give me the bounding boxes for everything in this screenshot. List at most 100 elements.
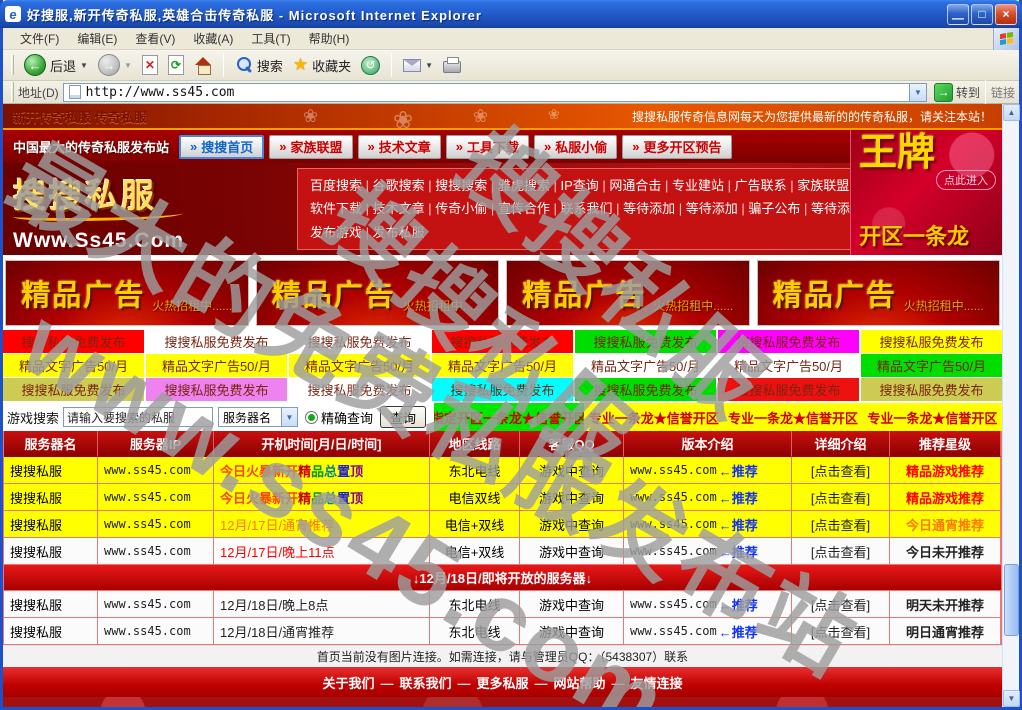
query-button[interactable]: 查询	[380, 406, 426, 428]
ad-strip-cell[interactable]: 搜搜私服免费发布	[432, 378, 573, 401]
mail-button[interactable]: ▼	[399, 57, 437, 74]
quick-link[interactable]: 谷歌搜索	[373, 178, 425, 193]
ad-strip-cell[interactable]: 搜搜私服免费发布	[289, 330, 430, 353]
address-input-box[interactable]: ▼	[63, 83, 927, 102]
dragon-ad-link[interactable]: 专业一条龙★信誉开区	[589, 408, 719, 427]
ad-strip-cell[interactable]: 精品文字广告50/月	[861, 354, 1002, 377]
scroll-down-icon[interactable]: ▼	[1003, 690, 1020, 707]
quick-link[interactable]: 搜搜搜索	[435, 178, 487, 193]
nav-tab[interactable]: »搜搜首页	[179, 135, 264, 159]
recommend-link[interactable]: ←推荐	[719, 461, 758, 480]
ad-strip-cell[interactable]: 精品文字广告50/月	[289, 354, 430, 377]
ad-strip-cell[interactable]: 精品文字广告50/月	[718, 354, 859, 377]
ad-strip-cell[interactable]: 精品文字广告50/月	[146, 354, 287, 377]
recommend-link[interactable]: ←推荐	[719, 542, 758, 561]
quick-link[interactable]: 骗子公布	[748, 201, 800, 216]
home-button[interactable]	[190, 55, 216, 76]
refresh-button[interactable]: ⟳	[164, 53, 188, 77]
menu-item[interactable]: 文件(F)	[11, 28, 68, 49]
menu-item[interactable]: 工具(T)	[242, 28, 299, 49]
ad-strip-cell[interactable]: 搜搜私服免费发布	[861, 378, 1002, 401]
quick-link[interactable]: 百度搜索	[310, 178, 362, 193]
premium-ad-banner[interactable]: 精品广告火热招租中......	[5, 260, 249, 326]
recommend-link[interactable]: ←推荐	[719, 488, 758, 507]
forward-button[interactable]: → ▼	[94, 52, 136, 78]
restore-button[interactable]: □	[971, 4, 993, 25]
quick-link[interactable]: 宣传合作	[498, 201, 550, 216]
cell-detail-link[interactable]: [点击查看]	[792, 484, 890, 511]
quick-link[interactable]: 家族联盟	[797, 178, 849, 193]
nav-tab[interactable]: »更多开区预告	[622, 135, 731, 159]
select-dropdown-icon[interactable]: ▼	[281, 408, 297, 426]
close-button[interactable]: ×	[995, 4, 1017, 25]
ad-strip-cell[interactable]: 搜搜私服免费发布	[575, 378, 716, 401]
quick-link[interactable]: 网通合击	[609, 178, 661, 193]
ad-strip-cell[interactable]: 搜搜私服免费发布	[289, 378, 430, 401]
favorites-button[interactable]: ★ 收藏夹	[289, 53, 355, 77]
ad-strip-cell[interactable]: 搜搜私服免费发布	[146, 330, 287, 353]
history-button[interactable]: ↺	[357, 54, 384, 77]
dragon-ad-green[interactable]: 指定开区一条龙★信誉开区	[434, 403, 584, 431]
quick-link[interactable]: 专业建站	[672, 178, 724, 193]
quick-link[interactable]: 等待添加	[686, 201, 738, 216]
quick-link[interactable]: 广告联系	[735, 178, 787, 193]
search-type-select[interactable]: 服务器名 ▼	[218, 407, 298, 427]
back-dropdown-icon[interactable]: ▼	[80, 61, 88, 70]
dragon-ad-link[interactable]: 专业一条龙★信誉开区	[867, 408, 997, 427]
forward-dropdown-icon[interactable]: ▼	[124, 61, 132, 70]
exact-query-radio[interactable]: 精确查询	[305, 408, 373, 427]
footer-link[interactable]: 友情连接	[631, 676, 683, 691]
cell-detail-link[interactable]: [点击查看]	[792, 538, 890, 565]
footer-link[interactable]: 联系我们	[399, 676, 451, 691]
vertical-scrollbar[interactable]: ▲ ▼	[1002, 104, 1019, 707]
links-label[interactable]: 链接	[991, 84, 1015, 101]
stop-button[interactable]: ✕	[138, 53, 162, 77]
game-search-input[interactable]	[63, 407, 213, 427]
site-logo[interactable]: 搜搜私服 Www.Ss45.Com	[3, 163, 293, 255]
menu-item[interactable]: 帮助(H)	[300, 28, 359, 49]
dragon-ad-link[interactable]: 专业一条龙★信誉开区	[728, 408, 858, 427]
quick-link[interactable]: IP查询	[561, 178, 599, 193]
scrollbar-thumb[interactable]	[1004, 564, 1019, 636]
quick-link[interactable]: 等待添加	[623, 201, 675, 216]
recommend-link[interactable]: ←推荐	[719, 595, 758, 614]
quick-link[interactable]: 联系我们	[561, 201, 613, 216]
premium-ad-banner[interactable]: 精品广告火热招租中......	[506, 260, 750, 326]
ad-strip-cell[interactable]: 精品文字广告50/月	[3, 354, 144, 377]
cell-detail-link[interactable]: [点击查看]	[792, 591, 890, 618]
site-top-keywords[interactable]: 新开传奇私服 传奇私服	[13, 107, 147, 126]
ad-strip-cell[interactable]: 精品文字广告50/月	[432, 354, 573, 377]
ace-ad-banner[interactable]: 王牌 点此进入 开区一条龙	[850, 130, 1002, 255]
quick-link[interactable]: 传奇小偷	[435, 201, 487, 216]
ad-strip-cell[interactable]: 搜搜私服免费发布	[861, 330, 1002, 353]
minimize-button[interactable]: —	[947, 4, 969, 25]
premium-ad-banner[interactable]: 精品广告火热招租中......	[256, 260, 500, 326]
quick-link[interactable]: 雅虎搜索	[498, 178, 550, 193]
nav-tab[interactable]: »工具下载	[446, 135, 529, 159]
ad-strip-cell[interactable]: 搜搜私服免费发布	[432, 330, 573, 353]
address-dropdown-icon[interactable]: ▼	[909, 84, 926, 101]
nav-tab[interactable]: »家族联盟	[269, 135, 352, 159]
quick-link[interactable]: 软件下载	[310, 201, 362, 216]
premium-ad-banner[interactable]: 精品广告火热招租中......	[757, 260, 1001, 326]
menu-item[interactable]: 编辑(E)	[68, 28, 126, 49]
mail-dropdown-icon[interactable]: ▼	[425, 61, 433, 70]
ace-ad-enter-button[interactable]: 点此进入	[936, 170, 996, 190]
search-button[interactable]: 搜索	[231, 54, 287, 77]
ad-strip-cell[interactable]: 搜搜私服免费发布	[575, 330, 716, 353]
cell-detail-link[interactable]: [点击查看]	[792, 511, 890, 538]
ad-strip-cell[interactable]: 搜搜私服免费发布	[3, 378, 144, 401]
ad-strip-cell[interactable]: 搜搜私服免费发布	[718, 378, 859, 401]
ad-strip-cell[interactable]: 精品文字广告50/月	[575, 354, 716, 377]
ad-strip-cell[interactable]: 搜搜私服免费发布	[3, 330, 144, 353]
nav-tab[interactable]: »私服小偷	[534, 135, 617, 159]
footer-link[interactable]: 更多私服	[476, 676, 528, 691]
footer-link[interactable]: 网站帮助	[554, 676, 606, 691]
nav-tab[interactable]: »技术文章	[358, 135, 441, 159]
back-button[interactable]: ← 后退 ▼	[20, 52, 92, 78]
ad-strip-cell[interactable]: 搜搜私服免费发布	[718, 330, 859, 353]
quick-link[interactable]: 发布游戏	[310, 225, 362, 240]
cell-detail-link[interactable]: [点击查看]	[792, 618, 890, 645]
toolbar-grip[interactable]	[11, 55, 14, 75]
print-button[interactable]	[439, 55, 465, 75]
